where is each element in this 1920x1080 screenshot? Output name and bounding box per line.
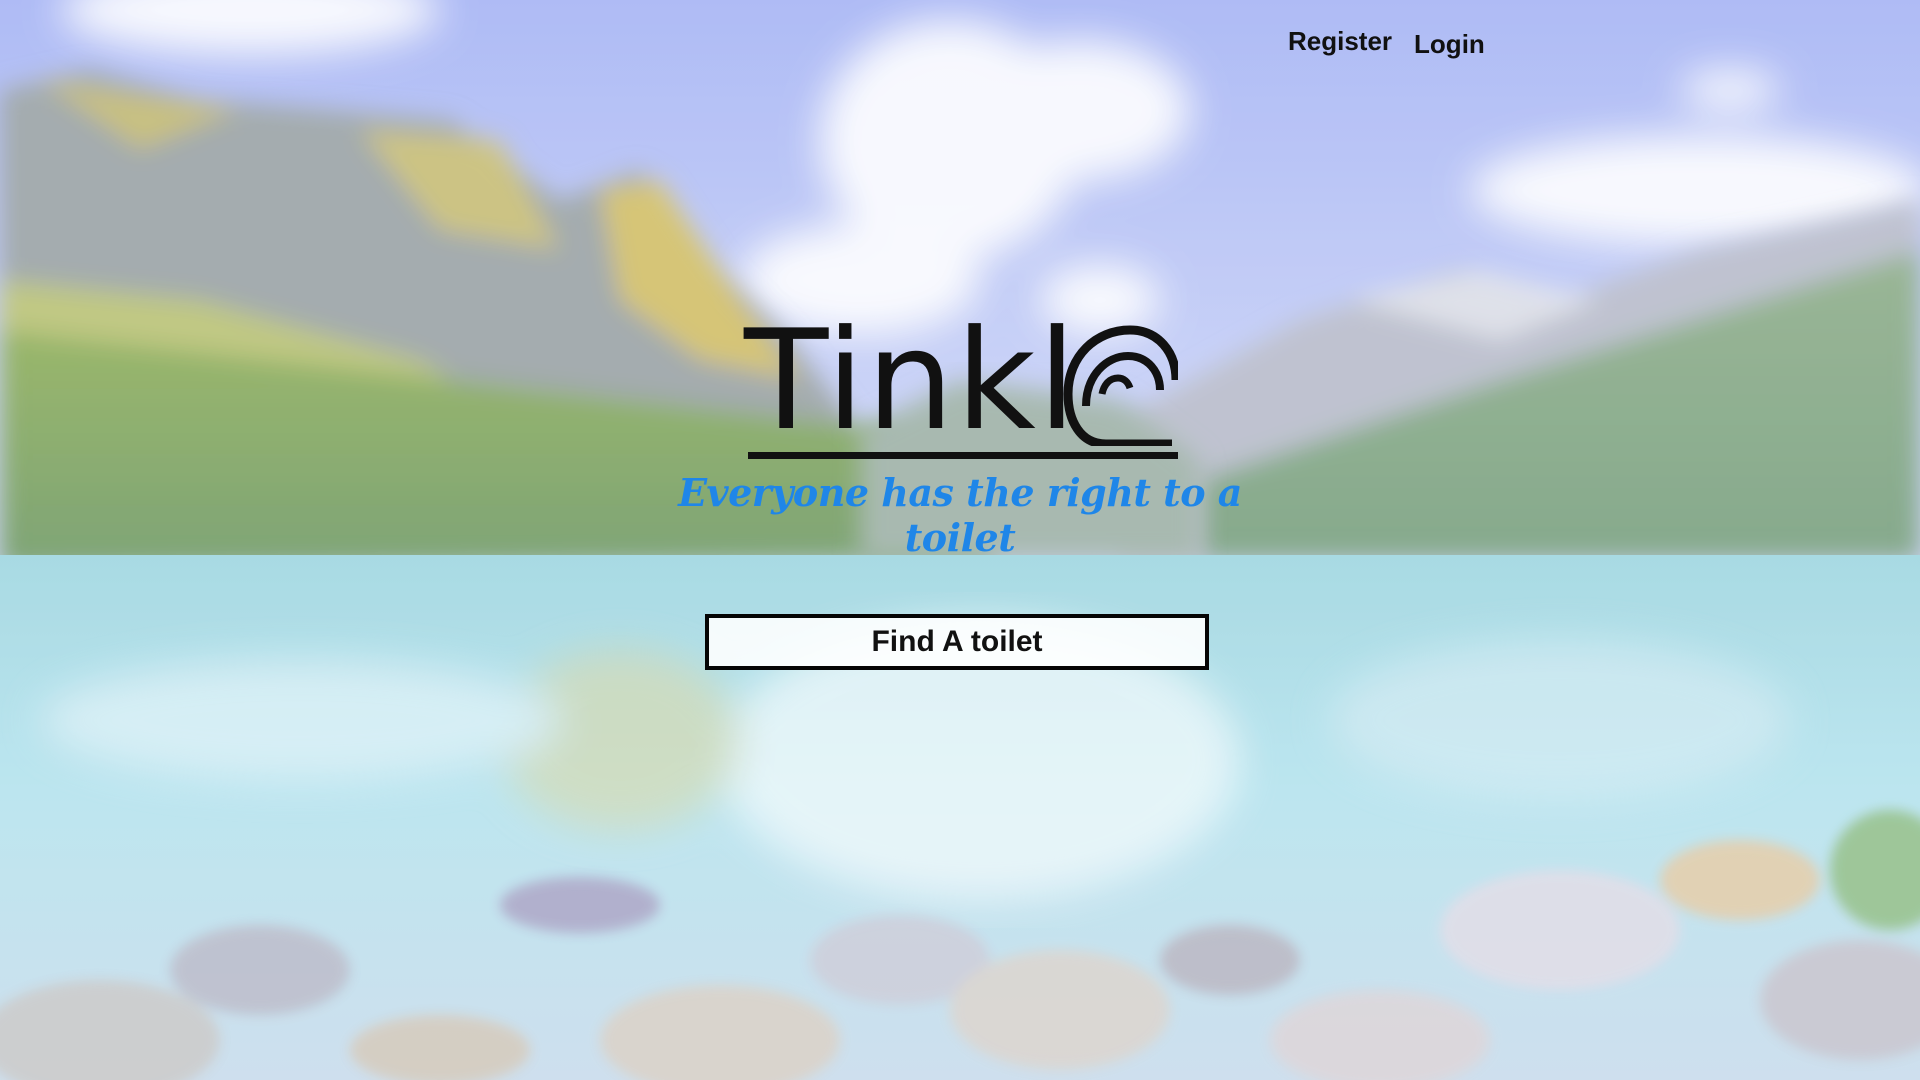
logo-wordmark: Tinkl [744,300,1079,461]
tagline: Everyone has the right to a toilet [678,470,1242,560]
top-navigation: Register Login [1288,26,1485,60]
logo-underline [748,452,1178,459]
tinkle-logo: Tinkl [744,312,1178,462]
register-link[interactable]: Register [1288,26,1392,57]
logo-swirl-icon [1063,325,1178,446]
login-link[interactable]: Login [1414,29,1485,60]
find-toilet-button[interactable]: Find A toilet [705,614,1209,670]
find-toilet-button-label: Find A toilet [871,625,1043,658]
